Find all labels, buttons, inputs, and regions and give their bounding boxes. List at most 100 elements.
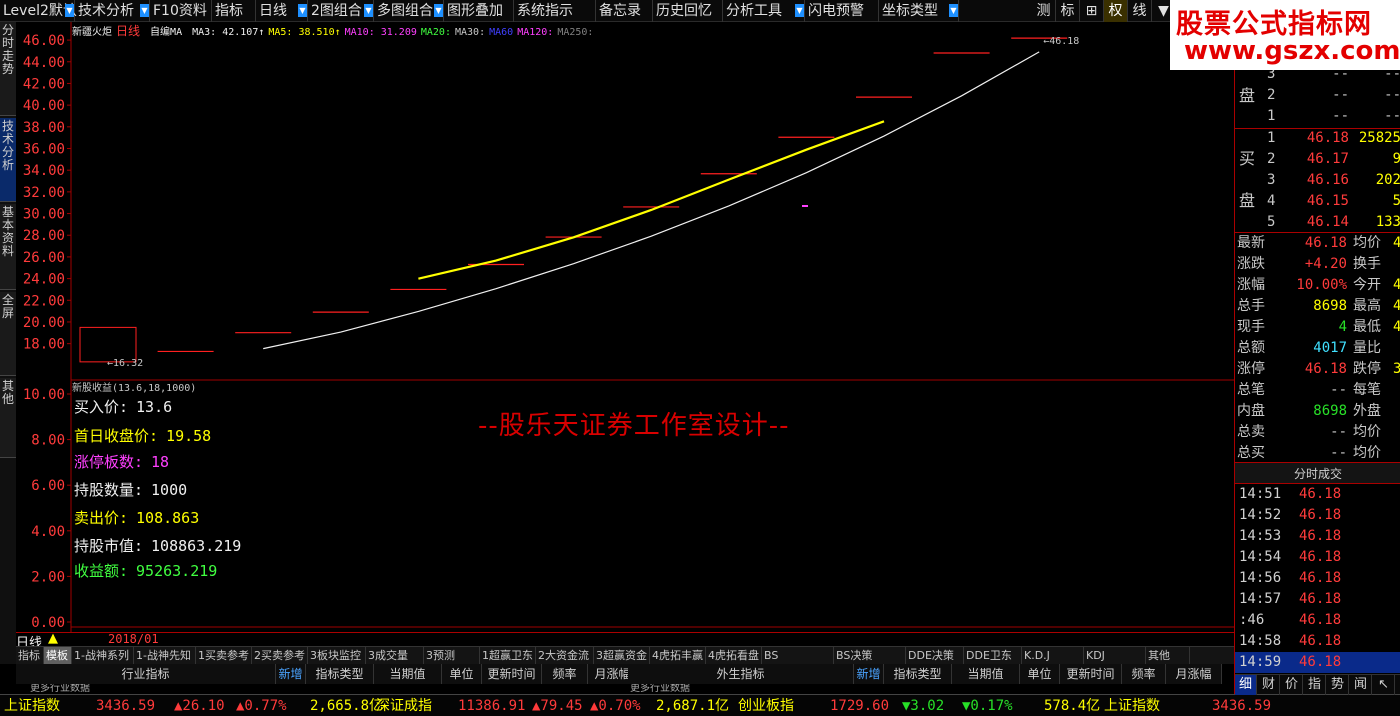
tick-row[interactable]: :46 46.18 [1235,610,1400,631]
quote-label-2: 均价 [1353,424,1381,440]
toolbar-item-12[interactable]: 闪电预警 [805,0,879,22]
dropdown-caret-icon[interactable] [140,4,149,17]
template-tab-20[interactable]: 其他 [1146,647,1190,664]
template-tab-13[interactable]: 4虎拓看盘 [706,647,762,664]
industry-header-left-3[interactable]: 当期值 [374,664,442,684]
industry-header-left-6[interactable]: 频率 [542,664,588,684]
industry-header-right-1[interactable]: 新增 [854,664,884,684]
industry-header-left-5[interactable]: 更新时间 [482,664,542,684]
template-tab-10[interactable]: 2大资金流 [536,647,594,664]
template-tab-16[interactable]: DDE决策 [906,647,964,664]
toolbar-item-9[interactable]: 备忘录 [596,0,653,22]
status-item-5[interactable]: 深证成指 [376,695,432,716]
template-tab-11[interactable]: 3超赢资金 [594,647,650,664]
template-tab-14[interactable]: BS [762,647,834,664]
industry-header-right-0[interactable]: 外生指标 [628,664,854,684]
dropdown-caret-icon[interactable] [795,4,804,17]
status-item-4: 2,665.8亿 [310,698,384,714]
dropdown-caret-icon[interactable] [364,4,373,17]
tick-row[interactable]: 14:56 46.18 [1235,568,1400,589]
toolbar-item-11[interactable]: 分析工具 [723,0,805,22]
toolbar-right-0[interactable]: 测 [1032,0,1056,22]
template-tab-5[interactable]: 2买卖参考 [252,647,308,664]
toolbar-item-0[interactable]: Level2默认 [0,0,77,22]
toolbar-item-2[interactable]: F10资料 [150,0,212,22]
right-tab-0[interactable]: 细 [1235,675,1257,695]
industry-header-right-6[interactable]: 频率 [1122,664,1166,684]
industry-header-left-0[interactable]: 行业指标 [16,664,276,684]
tick-row[interactable]: 14:59 46.18 [1235,652,1400,673]
left-tab-1[interactable]: 技术分析 [0,118,16,202]
status-item-15[interactable]: 上证指数 [1104,695,1160,716]
template-tab-9[interactable]: 1超赢卫东 [480,647,536,664]
industry-header-right-3[interactable]: 当期值 [952,664,1020,684]
toolbar-item-8[interactable]: 系统指示 [514,0,596,22]
industry-more-left[interactable]: 更多行业数据 [30,684,90,694]
industry-header-right-2[interactable]: 指标类型 [884,664,952,684]
toolbar-item-3[interactable]: 指标 [212,0,256,22]
buy-level-row[interactable]: 4 46.15 5 [1235,191,1400,212]
dropdown-caret-icon[interactable] [298,4,307,17]
left-tab-4[interactable]: 其他 [0,378,16,458]
template-tab-4[interactable]: 1买卖参考 [196,647,252,664]
right-tab-2[interactable]: 价 [1281,675,1303,695]
right-tab-4[interactable]: 势 [1327,675,1349,695]
left-tab-2[interactable]: 基本资料 [0,204,16,290]
industry-header-left-2[interactable]: 指标类型 [306,664,374,684]
industry-header-left-4[interactable]: 单位 [442,664,482,684]
industry-more-right[interactable]: 更多行业数据 [630,684,690,694]
template-tab-7[interactable]: 3成交量 [366,647,424,664]
period-triangle-icon[interactable]: ▲ [48,631,58,646]
dropdown-caret-icon[interactable] [949,4,958,17]
buy-level-row[interactable]: 3 46.16 202 [1235,170,1400,191]
toolbar-item-13[interactable]: 坐标类型 [879,0,959,22]
tick-row[interactable]: 14:58 46.18 [1235,631,1400,652]
left-tab-0[interactable]: 分时走势 [0,22,16,116]
sell-level-row[interactable]: 1 -- -- [1235,106,1400,127]
template-tab-8[interactable]: 3预测 [424,647,480,664]
right-tab-6[interactable]: ↖ [1373,675,1395,695]
toolbar-item-7[interactable]: 图形叠加 [444,0,514,22]
template-tab-0[interactable]: 指标 [16,647,44,664]
template-tab-3[interactable]: 1-战神先知 [134,647,196,664]
template-tab-6[interactable]: 3板块监控 [308,647,366,664]
industry-header-right-4[interactable]: 单位 [1020,664,1060,684]
toolbar-item-1[interactable]: 技术分析 [75,0,150,22]
template-tab-15[interactable]: BS决策 [834,647,906,664]
industry-header-right-7[interactable]: 月涨幅 [1166,664,1222,684]
toolbar-right-1[interactable]: 标 [1056,0,1080,22]
right-tab-3[interactable]: 指 [1304,675,1326,695]
toolbar-item-10[interactable]: 历史回忆 [653,0,723,22]
dropdown-caret-icon[interactable] [434,4,443,17]
template-tab-18[interactable]: K.D.J [1022,647,1084,664]
dropdown-caret-icon[interactable] [65,4,74,17]
template-tab-1[interactable]: 模板 [44,647,72,664]
industry-header-left-1[interactable]: 新增 [276,664,306,684]
status-item-0[interactable]: 上证指数 [4,695,60,716]
tick-row[interactable]: 14:57 46.18 [1235,589,1400,610]
toolbar-right-2[interactable]: ⊞ [1080,0,1104,22]
template-tab-12[interactable]: 4虎拓丰赢 [650,647,706,664]
right-tab-5[interactable]: 闻 [1350,675,1372,695]
buy-level-row[interactable]: 1 46.18 25825 [1235,128,1400,149]
template-tab-19[interactable]: KDJ [1084,647,1146,664]
right-tab-1[interactable]: 财 [1258,675,1280,695]
tick-row[interactable]: 14:54 46.18 [1235,547,1400,568]
template-tab-2[interactable]: 1-战神系列 [72,647,134,664]
template-tab-17[interactable]: DDE卫东 [964,647,1022,664]
buy-level-row[interactable]: 5 46.14 133 [1235,212,1400,233]
industry-header-right-5[interactable]: 更新时间 [1060,664,1122,684]
toolbar-right-3[interactable]: 权 [1104,0,1128,22]
tick-row[interactable]: 14:53 46.18 [1235,526,1400,547]
sell-level-row[interactable]: 2 -- -- [1235,85,1400,106]
status-item-14: 578.4亿 [1044,698,1101,714]
quote-label: 最新 [1237,235,1265,251]
status-item-10[interactable]: 创业板指 [738,695,794,716]
left-tab-3[interactable]: 全屏 [0,292,16,376]
buy-level-row[interactable]: 2 46.17 9 [1235,149,1400,170]
ticks-title[interactable]: 分时成交 [1235,462,1400,484]
tick-row[interactable]: 14:51 46.18 [1235,484,1400,505]
quote-label-2: 均价 [1353,445,1381,461]
toolbar-right-4[interactable]: 线 [1128,0,1152,22]
tick-row[interactable]: 14:52 46.18 [1235,505,1400,526]
